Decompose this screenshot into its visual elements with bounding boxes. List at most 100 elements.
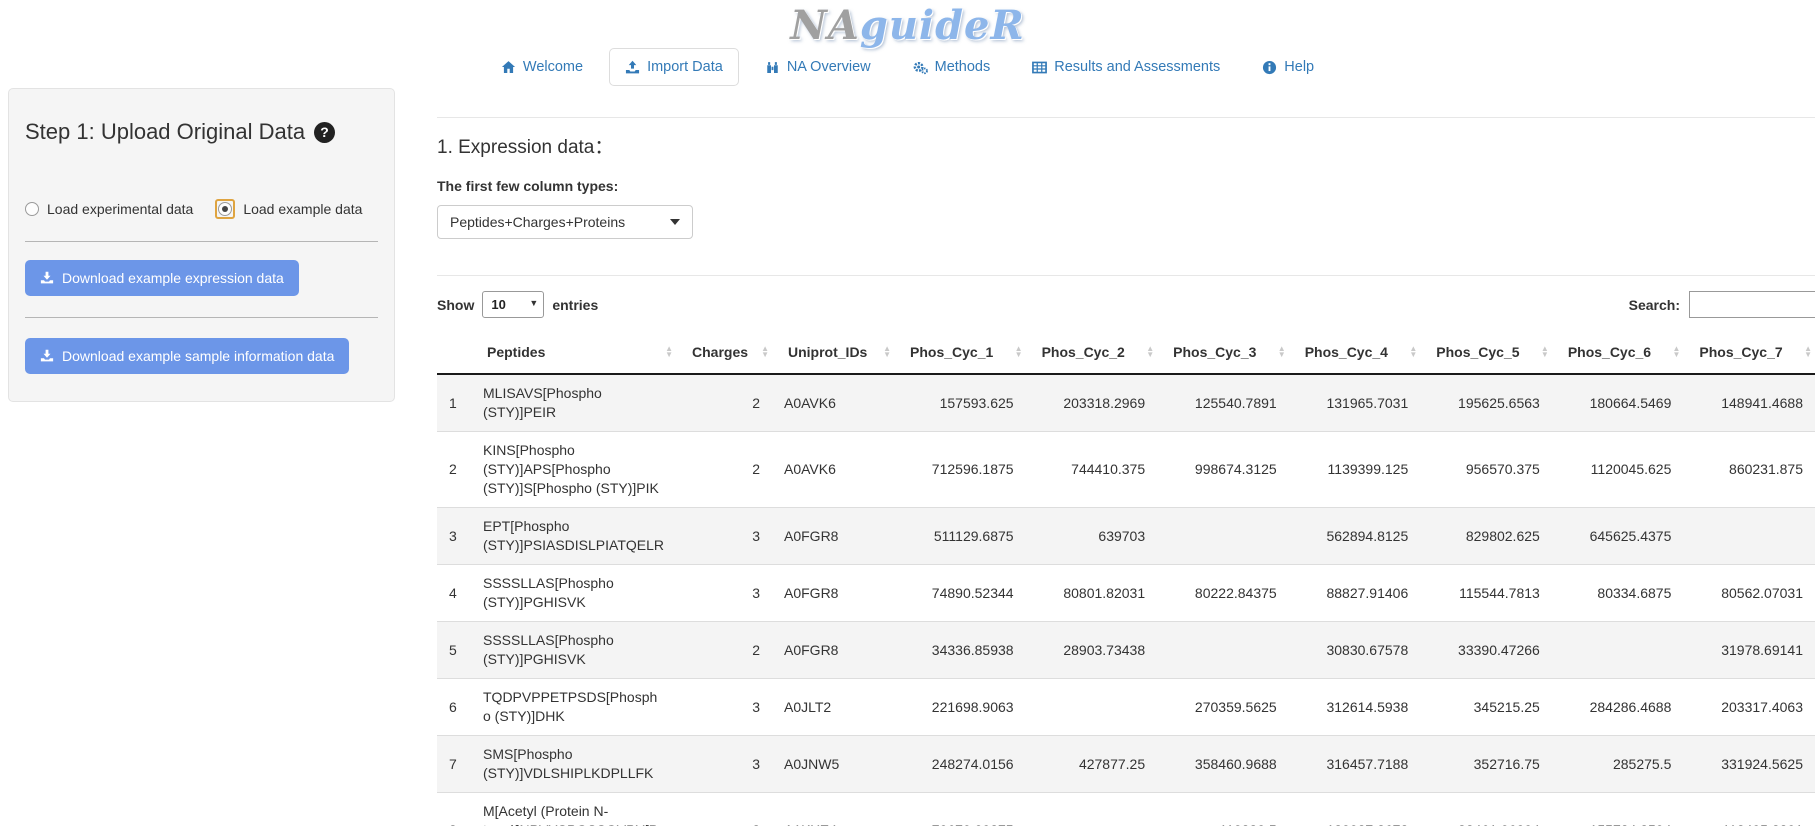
intensity-value-cell [1026, 679, 1158, 736]
sort-icon[interactable]: ▲▼ [665, 346, 673, 358]
charges-cell: 3 [676, 508, 772, 565]
tab-welcome[interactable]: Welcome [485, 48, 599, 86]
intensity-value-cell: 30830.67578 [1289, 622, 1421, 679]
intensity-value-cell: 80222.84375 [1157, 565, 1289, 622]
column-header-peptides[interactable]: Peptides▲▼ [471, 331, 676, 374]
search-label: Search: [1629, 297, 1680, 313]
intensity-value-cell: 130927.3672 [1289, 793, 1421, 826]
section-title: 1. Expression data： [437, 132, 1815, 159]
intensity-value-cell: 562894.8125 [1289, 508, 1421, 565]
uniprot-id-cell: A0JNW5 [772, 736, 894, 793]
table-body: 1MLISAVS[Phospho (STY)]PEIR2A0AVK6157593… [437, 374, 1815, 826]
import-data-pane: 1. Expression data： The first few column… [437, 117, 1815, 826]
uniprot-id-cell: A0FGR8 [772, 565, 894, 622]
question-circle-icon[interactable]: ? [314, 122, 335, 143]
sort-icon[interactable]: ▲▼ [1541, 346, 1549, 358]
row-index-cell: 8 [437, 793, 471, 826]
intensity-value-cell: 115544.7813 [1420, 565, 1552, 622]
intensity-value-cell: 110380.5 [1157, 793, 1289, 826]
column-header-phos-cyc-6[interactable]: Phos_Cyc_6▲▼ [1552, 331, 1684, 374]
table-row: 4SSSSLLAS[Phospho (STY)]PGHISVK3A0FGR874… [437, 565, 1815, 622]
column-types-label: The first few column types: [437, 178, 1815, 194]
radio-circle-icon[interactable] [25, 202, 39, 216]
row-index-cell: 3 [437, 508, 471, 565]
sort-icon[interactable]: ▲▼ [1015, 346, 1023, 358]
intensity-value-cell: 203317.4063 [1683, 679, 1815, 736]
sort-icon[interactable]: ▲▼ [1672, 346, 1680, 358]
search-input[interactable] [1689, 291, 1815, 318]
column-header-label: Charges [692, 344, 748, 360]
intensity-value-cell: 352716.75 [1420, 736, 1552, 793]
intensity-value-cell: 345215.25 [1420, 679, 1552, 736]
intensity-value-cell: 31978.69141 [1683, 622, 1815, 679]
radio-focus-ring [215, 199, 235, 219]
tab-label: Methods [935, 59, 991, 75]
tab-methods[interactable]: Methods [897, 48, 1007, 86]
intensity-value-cell: 511129.6875 [894, 508, 1026, 565]
column-types-dropdown[interactable]: Peptides+Charges+Proteins [437, 205, 693, 239]
intensity-value-cell: 155724.3594 [1552, 793, 1684, 826]
page-length-select[interactable]: 10 [482, 291, 544, 318]
charges-cell: 2 [676, 374, 772, 432]
intensity-value-cell: 998674.3125 [1157, 432, 1289, 508]
table-icon [1032, 60, 1047, 75]
column-header-label: Phos_Cyc_1 [910, 344, 993, 360]
intensity-value-cell: 1120045.625 [1552, 432, 1684, 508]
tab-label: NA Overview [787, 59, 871, 75]
tab-na-overview[interactable]: NA Overview [749, 48, 887, 86]
sort-icon[interactable]: ▲▼ [1146, 346, 1154, 358]
charges-cell: 2 [676, 622, 772, 679]
uniprot-id-cell: A0JLT2 [772, 679, 894, 736]
download-example-sample-info-button[interactable]: Download example sample information data [25, 338, 349, 374]
divider [25, 317, 378, 318]
tab-import-data[interactable]: Import Data [609, 48, 739, 86]
intensity-value-cell: 34336.85938 [894, 622, 1026, 679]
column-header-phos-cyc-5[interactable]: Phos_Cyc_5▲▼ [1420, 331, 1552, 374]
intensity-value-cell: 195625.6563 [1420, 374, 1552, 432]
table-row: 1MLISAVS[Phospho (STY)]PEIR2A0AVK6157593… [437, 374, 1815, 432]
home-icon [501, 60, 516, 75]
intensity-value-cell: 33390.47266 [1420, 622, 1552, 679]
divider [25, 241, 378, 242]
tab-results-assessments[interactable]: Results and Assessments [1016, 48, 1236, 86]
column-header-phos-cyc-4[interactable]: Phos_Cyc_4▲▼ [1289, 331, 1421, 374]
gears-icon [913, 60, 928, 75]
intensity-value-cell [1157, 622, 1289, 679]
search-control: Search: [1629, 291, 1815, 318]
radio-load-example-data[interactable]: Load example data [215, 199, 362, 219]
binoculars-icon [765, 60, 780, 75]
intensity-value-cell: 427877.25 [1026, 736, 1158, 793]
sort-icon[interactable]: ▲▼ [1409, 346, 1417, 358]
peptide-cell: EPT[Phospho (STY)]PSIASDISLPIATQELR [471, 508, 676, 565]
expression-data-table: Peptides▲▼Charges▲▼Uniprot_IDs▲▼Phos_Cyc… [437, 331, 1815, 826]
entries-label: entries [552, 297, 598, 313]
column-header-uniprot-ids[interactable]: Uniprot_IDs▲▼ [772, 331, 894, 374]
intensity-value-cell: 284286.4688 [1552, 679, 1684, 736]
sort-icon[interactable]: ▲▼ [883, 346, 891, 358]
column-header-charges[interactable]: Charges ▲▼ [676, 331, 772, 374]
radio-label: Load experimental data [47, 201, 193, 217]
radio-load-experimental-data[interactable]: Load experimental data [25, 201, 193, 217]
radio-circle-icon[interactable] [218, 202, 232, 216]
column-header-phos-cyc-2[interactable]: Phos_Cyc_2 ▲▼ [1026, 331, 1158, 374]
sort-icon[interactable]: ▲▼ [1804, 346, 1812, 358]
intensity-value-cell: 221698.9063 [894, 679, 1026, 736]
sort-icon[interactable]: ▲▼ [1278, 346, 1286, 358]
upload-panel: Step 1: Upload Original Data ? Load expe… [8, 88, 395, 402]
column-header-label: Phos_Cyc_2 [1042, 344, 1125, 360]
tab-help[interactable]: Help [1246, 48, 1330, 86]
column-header-phos-cyc-3[interactable]: Phos_Cyc_3▲▼ [1157, 331, 1289, 374]
column-header-phos-cyc-1[interactable]: Phos_Cyc_1 ▲▼ [894, 331, 1026, 374]
panel-title-text: Step 1: Upload Original Data [25, 119, 305, 145]
intensity-value-cell: 88827.91406 [1289, 565, 1421, 622]
peptide-cell: SSSSLLAS[Phospho (STY)]PGHISVK [471, 622, 676, 679]
peptide-cell: M[Acetyl (Protein N-term)]NPVYSPGSSGVPY[… [471, 793, 676, 826]
column-header-index[interactable] [437, 331, 471, 374]
sort-icon[interactable]: ▲▼ [761, 346, 769, 358]
download-example-expression-button[interactable]: Download example expression data [25, 260, 299, 296]
tab-label: Results and Assessments [1054, 59, 1220, 75]
column-header-phos-cyc-7[interactable]: Phos_Cyc_7▲▼ [1683, 331, 1815, 374]
download-icon [40, 349, 54, 363]
logo-na-part: NA [790, 2, 860, 49]
intensity-value-cell: 125540.7891 [1157, 374, 1289, 432]
